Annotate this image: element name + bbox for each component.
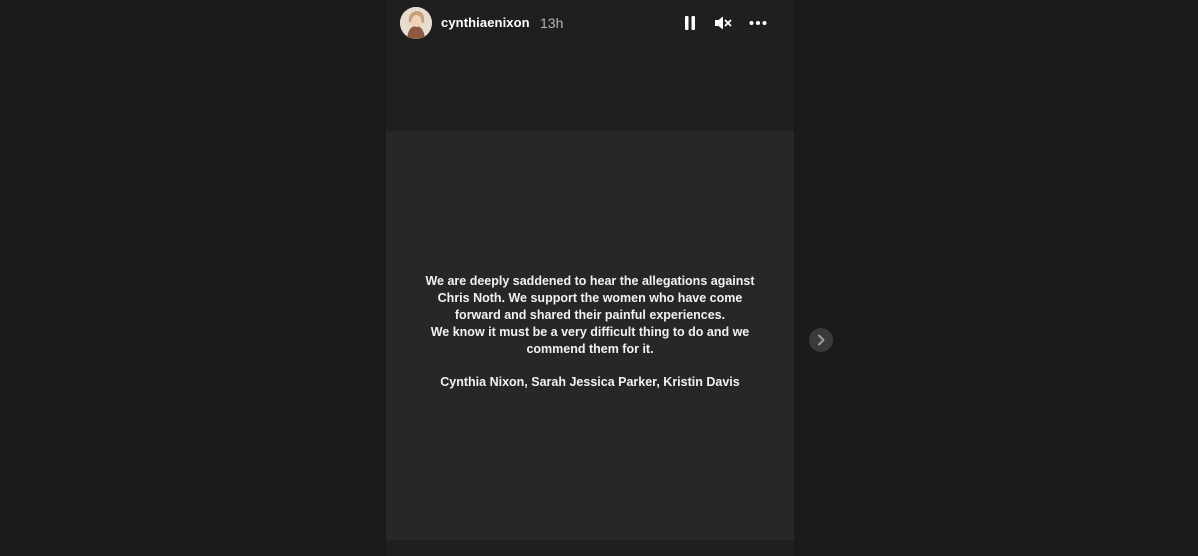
story-message: We are deeply saddened to hear the alleg… — [396, 273, 784, 358]
mute-button[interactable] — [712, 12, 734, 34]
avatar[interactable] — [400, 7, 432, 39]
ellipsis-icon — [749, 21, 767, 25]
story-timestamp: 13h — [540, 15, 564, 31]
message-line: commend them for it. — [526, 342, 654, 356]
more-options-button[interactable] — [747, 12, 769, 34]
pause-button[interactable] — [679, 12, 701, 34]
message-line: forward and shared their painful experie… — [454, 308, 726, 322]
story-header: cynthiaenixon 13h — [386, 0, 794, 46]
username-link[interactable]: cynthiaenixon — [441, 15, 530, 30]
pause-icon — [685, 16, 695, 30]
story-bottom-area — [386, 540, 794, 556]
next-story-button[interactable] — [809, 328, 833, 352]
muted-speaker-icon — [715, 16, 732, 30]
story-viewer: cynthiaenixon 13h We are deeply saddened… — [0, 0, 1198, 556]
story-signature: Cynthia Nixon, Sarah Jessica Parker, Kri… — [440, 375, 740, 389]
message-line: We are deeply saddened to hear the alleg… — [425, 274, 755, 288]
message-line: Chris Noth. We support the women who hav… — [437, 291, 743, 305]
chevron-right-icon — [818, 334, 825, 346]
story-panel[interactable]: cynthiaenixon 13h We are deeply saddened… — [386, 0, 794, 556]
message-line: We know it must be a very difficult thin… — [430, 325, 750, 339]
